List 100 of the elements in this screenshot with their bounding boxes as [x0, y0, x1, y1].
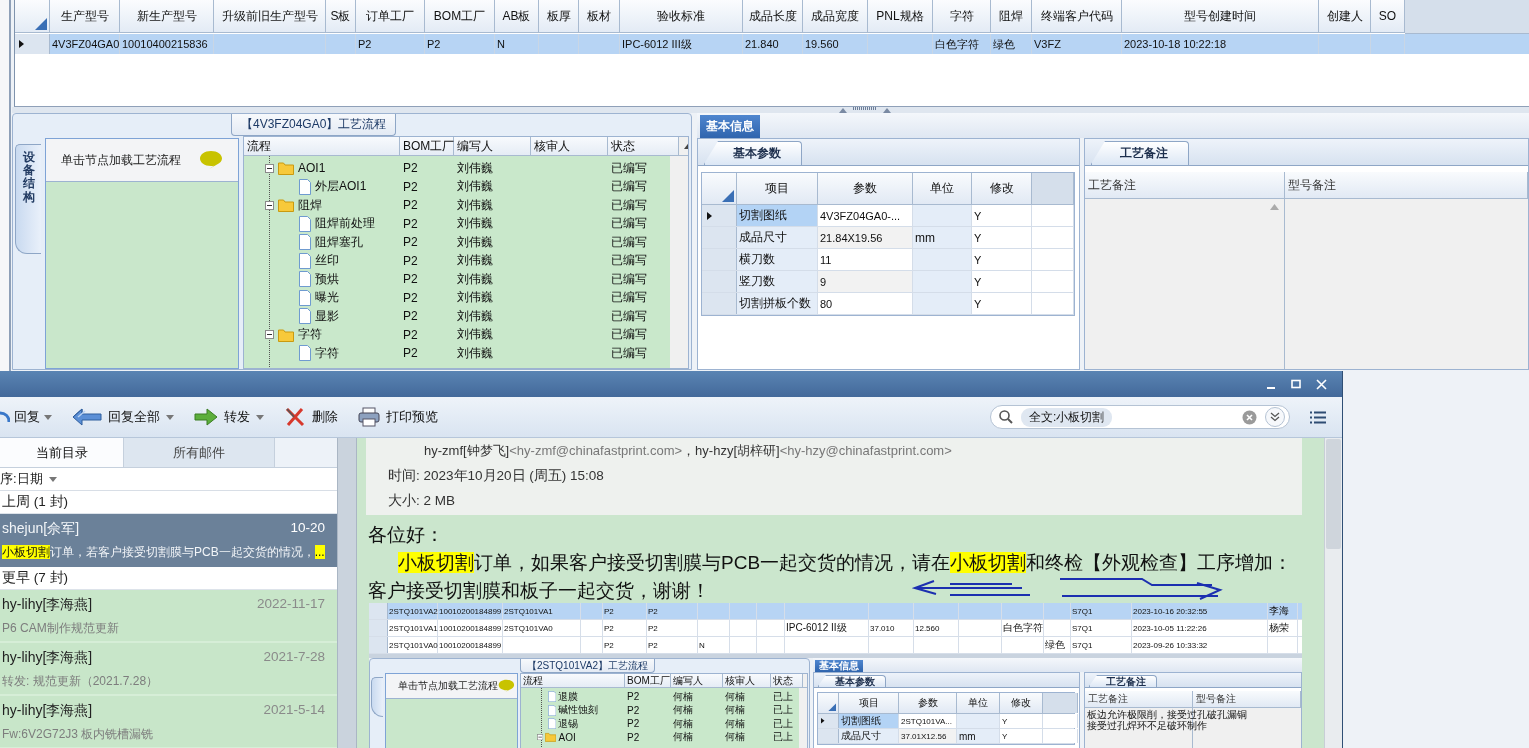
- column-header[interactable]: 单位: [913, 173, 972, 204]
- grid-row[interactable]: 2STQ101VA2 10010200184899 2STQ101VA1 P2 P2 S7Q1 2023-10-16 20:32:55 李海: [369, 603, 1302, 620]
- column-header[interactable]: 核审人: [723, 674, 771, 687]
- column-header[interactable]: 升级前旧生产型号: [214, 0, 326, 33]
- forward-button[interactable]: 转发: [194, 408, 264, 426]
- column-header[interactable]: 项目: [737, 173, 818, 204]
- column-header[interactable]: 修改: [972, 173, 1032, 204]
- caret-icon[interactable]: [256, 414, 264, 420]
- collapse-toggle-icon[interactable]: [265, 200, 274, 210]
- table-cell[interactable]: 成品尺寸: [839, 729, 899, 743]
- collapse-toggle-icon[interactable]: [265, 163, 274, 173]
- group-header[interactable]: 更早 (7 封): [0, 567, 337, 590]
- table-cell[interactable]: 成品尺寸: [737, 227, 818, 248]
- column-header[interactable]: 验收标准: [620, 0, 743, 33]
- grid-row[interactable]: 4V3FZ04GA0 10010400215836 P2 P2 N IPC-6012 III级 21.840 19.560 白色字符 绿色 V3FZ 2023-10-18 10:22:18: [15, 34, 1529, 54]
- column-header[interactable]: 订单工厂: [356, 0, 425, 33]
- column-header[interactable]: 型号备注: [1193, 691, 1301, 707]
- column-header[interactable]: 参数: [818, 173, 913, 204]
- group-header[interactable]: 上周 (1 封): [0, 491, 337, 514]
- reply-all-button[interactable]: 回复全部: [72, 407, 174, 427]
- reply-button[interactable]: 回复: [0, 408, 52, 426]
- column-header[interactable]: 核审人: [531, 137, 608, 155]
- row-header[interactable]: [15, 34, 50, 54]
- tree-node-label[interactable]: 阻焊: [298, 196, 322, 214]
- table-cell[interactable]: 切割图纸: [737, 205, 818, 226]
- column-header[interactable]: SO: [1371, 0, 1405, 33]
- tree-node-label[interactable]: 阻焊前处理: [315, 215, 375, 233]
- table-cell[interactable]: 切割图纸: [839, 714, 899, 728]
- tree-node-label[interactable]: 外层AOI1: [315, 178, 367, 196]
- search-tag[interactable]: 全文:小板切割: [1021, 407, 1113, 427]
- column-header[interactable]: 板厚: [539, 0, 579, 33]
- tree-node-label[interactable]: AOI: [558, 731, 576, 743]
- clear-icon[interactable]: [1242, 409, 1257, 425]
- section-tab[interactable]: 基本参数: [818, 675, 886, 687]
- column-header[interactable]: 编写人: [454, 137, 531, 155]
- column-header[interactable]: 板材: [579, 0, 620, 33]
- grid-row[interactable]: 2STQ101VA110010200184899 2STQ101VA0 P2 P2 IPC-6012 II级 37.010 12.560 白色字符 S7Q1 2023-10-05 11:22:26 杨荣: [369, 620, 1302, 637]
- tree-node-label[interactable]: 退锡: [558, 716, 579, 731]
- column-header[interactable]: 流程: [244, 137, 400, 155]
- print-preview-button[interactable]: 打印预览: [358, 407, 438, 427]
- column-header[interactable]: BOM工厂: [625, 674, 671, 687]
- column-header[interactable]: BOM工厂: [425, 0, 495, 33]
- panel-tab[interactable]: 基本信息: [815, 660, 863, 672]
- search-field[interactable]: 全文:小板切割: [990, 405, 1290, 429]
- column-header[interactable]: 参数: [899, 693, 957, 713]
- tree-node-label[interactable]: 字符: [315, 344, 339, 362]
- message-item[interactable]: hy-lihy[李海燕] 2022-11-17 P6 CAM制作规范更新: [0, 590, 337, 643]
- column-header[interactable]: 项目: [839, 693, 899, 713]
- collapse-toggle-icon[interactable]: [265, 330, 274, 340]
- caret-icon[interactable]: [44, 414, 52, 420]
- grid-row[interactable]: 2STQ101VA010010200184899 P2 P2 N 绿色 S7Q1 2023-09-26 10:33:32: [369, 637, 1302, 654]
- row-header[interactable]: [818, 714, 839, 728]
- column-header[interactable]: PNL规格: [868, 0, 933, 33]
- sort-dropdown[interactable]: 序:日期: [0, 470, 57, 488]
- side-tab[interactable]: 设备结构: [15, 144, 41, 254]
- column-header[interactable]: 型号备注: [1285, 172, 1528, 198]
- column-header[interactable]: BOM工厂: [400, 137, 454, 155]
- table-cell[interactable]: 横刀数: [737, 249, 818, 270]
- column-header[interactable]: 字符: [933, 0, 991, 33]
- table-cell[interactable]: 竖刀数: [737, 271, 818, 292]
- caret-icon[interactable]: [166, 414, 174, 420]
- column-header[interactable]: 创建人: [1319, 0, 1371, 33]
- message-item[interactable]: shejun[佘军] 10-20 小板切割订单，若客户接受切割膜与PCB一起交货的情况，...: [0, 514, 337, 567]
- menu-icon[interactable]: [1310, 410, 1326, 424]
- tree-node-label[interactable]: AOI1: [298, 161, 326, 176]
- column-header[interactable]: 成品长度: [743, 0, 803, 33]
- section-tab[interactable]: 工艺备注: [1091, 141, 1189, 165]
- tree-node-label[interactable]: 预烘: [315, 270, 339, 288]
- section-tab[interactable]: 基本参数: [704, 141, 802, 165]
- folder-tab[interactable]: 所有邮件: [124, 438, 275, 467]
- message-item[interactable]: hy-lihy[李海燕] 2021-5-14 Fw:6V2G72J3 板内铣槽漏铣: [0, 696, 337, 748]
- side-tab[interactable]: [371, 677, 383, 717]
- scrollbar-thumb[interactable]: [1326, 439, 1341, 549]
- column-header[interactable]: 阻焊: [991, 0, 1032, 33]
- expand-button[interactable]: [1265, 407, 1285, 427]
- column-header[interactable]: 工艺备注: [1085, 691, 1193, 707]
- section-tab[interactable]: 工艺备注: [1089, 675, 1157, 687]
- tree-node-label[interactable]: 曝光: [315, 289, 339, 307]
- column-header[interactable]: 终端客户代码: [1032, 0, 1122, 33]
- column-header[interactable]: 新生产型号: [120, 0, 214, 33]
- tree-node-label[interactable]: 显影: [315, 307, 339, 325]
- tree-node-label[interactable]: 阻焊塞孔: [315, 233, 363, 251]
- column-header[interactable]: 工艺备注: [1085, 172, 1285, 198]
- column-header[interactable]: 生产型号: [50, 0, 120, 33]
- panel-tab[interactable]: 基本信息: [700, 115, 760, 138]
- column-header[interactable]: 修改: [1000, 693, 1043, 713]
- delete-button[interactable]: 删除: [284, 407, 338, 427]
- column-header[interactable]: 成品宽度: [803, 0, 868, 33]
- folder-tab[interactable]: 当前目录: [0, 438, 124, 467]
- collapse-toggle-icon[interactable]: [537, 734, 544, 741]
- column-header[interactable]: AB板: [495, 0, 539, 33]
- column-header[interactable]: 型号创建时间: [1122, 0, 1319, 33]
- close-button[interactable]: [1313, 376, 1329, 392]
- tree-node-label[interactable]: 退膜: [558, 689, 579, 704]
- column-header[interactable]: 编写人: [671, 674, 723, 687]
- column-header[interactable]: 单位: [957, 693, 1000, 713]
- table-cell[interactable]: 切割拼板个数: [737, 293, 818, 314]
- tree-node-label[interactable]: 字符: [298, 326, 322, 344]
- column-header[interactable]: S板: [326, 0, 356, 33]
- message-item[interactable]: hy-lihy[李海燕] 2021-7-28 转发: 规范更新（2021.7.28）: [0, 643, 337, 696]
